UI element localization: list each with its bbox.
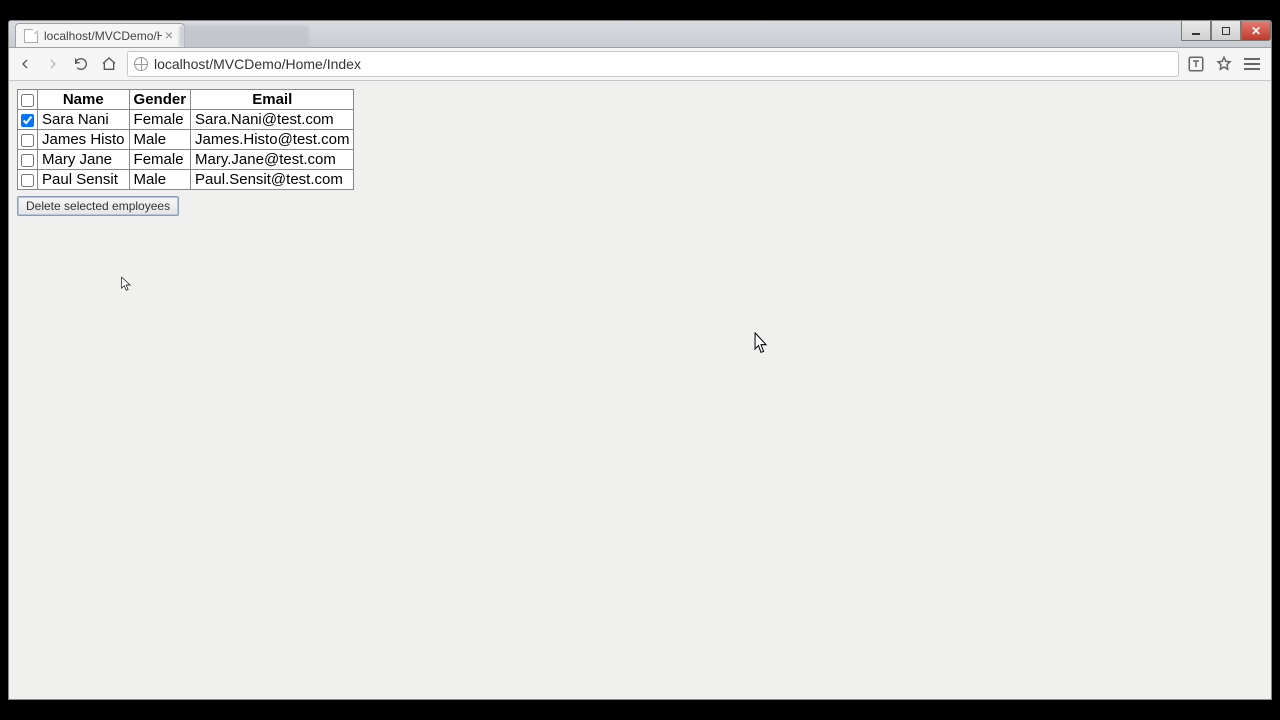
cell-gender: Male (129, 170, 191, 190)
cursor-icon (121, 276, 134, 299)
cell-gender: Female (129, 150, 191, 170)
select-all-checkbox[interactable] (21, 94, 34, 107)
row-checkbox[interactable] (21, 174, 34, 187)
tab-strip: localhost/MVCDemo/Hom × ✕ (9, 21, 1271, 48)
table-row: Sara Nani Female Sara.Nani@test.com (18, 110, 354, 130)
delete-selected-button[interactable]: Delete selected employees (17, 196, 179, 216)
cell-name: Mary Jane (38, 150, 130, 170)
cell-name: Paul Sensit (38, 170, 130, 190)
home-button[interactable] (99, 54, 119, 74)
header-gender: Gender (129, 90, 191, 110)
address-bar[interactable]: localhost/MVCDemo/Home/Index (127, 51, 1179, 77)
header-select-all (18, 90, 38, 110)
cell-name: Sara Nani (38, 110, 130, 130)
table-row: Paul Sensit Male Paul.Sensit@test.com (18, 170, 354, 190)
browser-toolbar: localhost/MVCDemo/Home/Index (9, 48, 1271, 81)
page-content: Name Gender Email Sara Nani Female Sara.… (9, 81, 1271, 699)
cell-email: James.Histo@test.com (191, 130, 354, 150)
bookmark-star-icon[interactable] (1215, 55, 1233, 73)
forward-button[interactable] (43, 54, 63, 74)
header-email: Email (191, 90, 354, 110)
minimize-button[interactable] (1181, 21, 1211, 41)
table-header-row: Name Gender Email (18, 90, 354, 110)
row-checkbox[interactable] (21, 114, 34, 127)
tab-title: localhost/MVCDemo/Hom (44, 29, 162, 43)
close-tab-icon[interactable]: × (162, 29, 176, 43)
cell-name: James Histo (38, 130, 130, 150)
employees-table: Name Gender Email Sara Nani Female Sara.… (17, 89, 354, 190)
cell-email: Paul.Sensit@test.com (191, 170, 354, 190)
window-controls: ✕ (1181, 21, 1271, 41)
url-text: localhost/MVCDemo/Home/Index (154, 56, 361, 72)
page-icon (24, 29, 38, 43)
cell-email: Mary.Jane@test.com (191, 150, 354, 170)
row-checkbox[interactable] (21, 154, 34, 167)
reload-button[interactable] (71, 54, 91, 74)
cell-gender: Male (129, 130, 191, 150)
row-checkbox[interactable] (21, 134, 34, 147)
globe-icon (134, 57, 148, 71)
back-button[interactable] (15, 54, 35, 74)
cell-email: Sara.Nani@test.com (191, 110, 354, 130)
translate-icon[interactable] (1187, 55, 1205, 73)
close-window-button[interactable]: ✕ (1241, 21, 1271, 41)
background-tab[interactable] (179, 25, 309, 47)
menu-icon[interactable] (1243, 55, 1261, 73)
browser-window: localhost/MVCDemo/Hom × ✕ (8, 20, 1272, 700)
table-row: James Histo Male James.Histo@test.com (18, 130, 354, 150)
header-name: Name (38, 90, 130, 110)
table-row: Mary Jane Female Mary.Jane@test.com (18, 150, 354, 170)
cell-gender: Female (129, 110, 191, 130)
maximize-button[interactable] (1211, 21, 1241, 41)
browser-tab[interactable]: localhost/MVCDemo/Hom × (15, 23, 185, 47)
